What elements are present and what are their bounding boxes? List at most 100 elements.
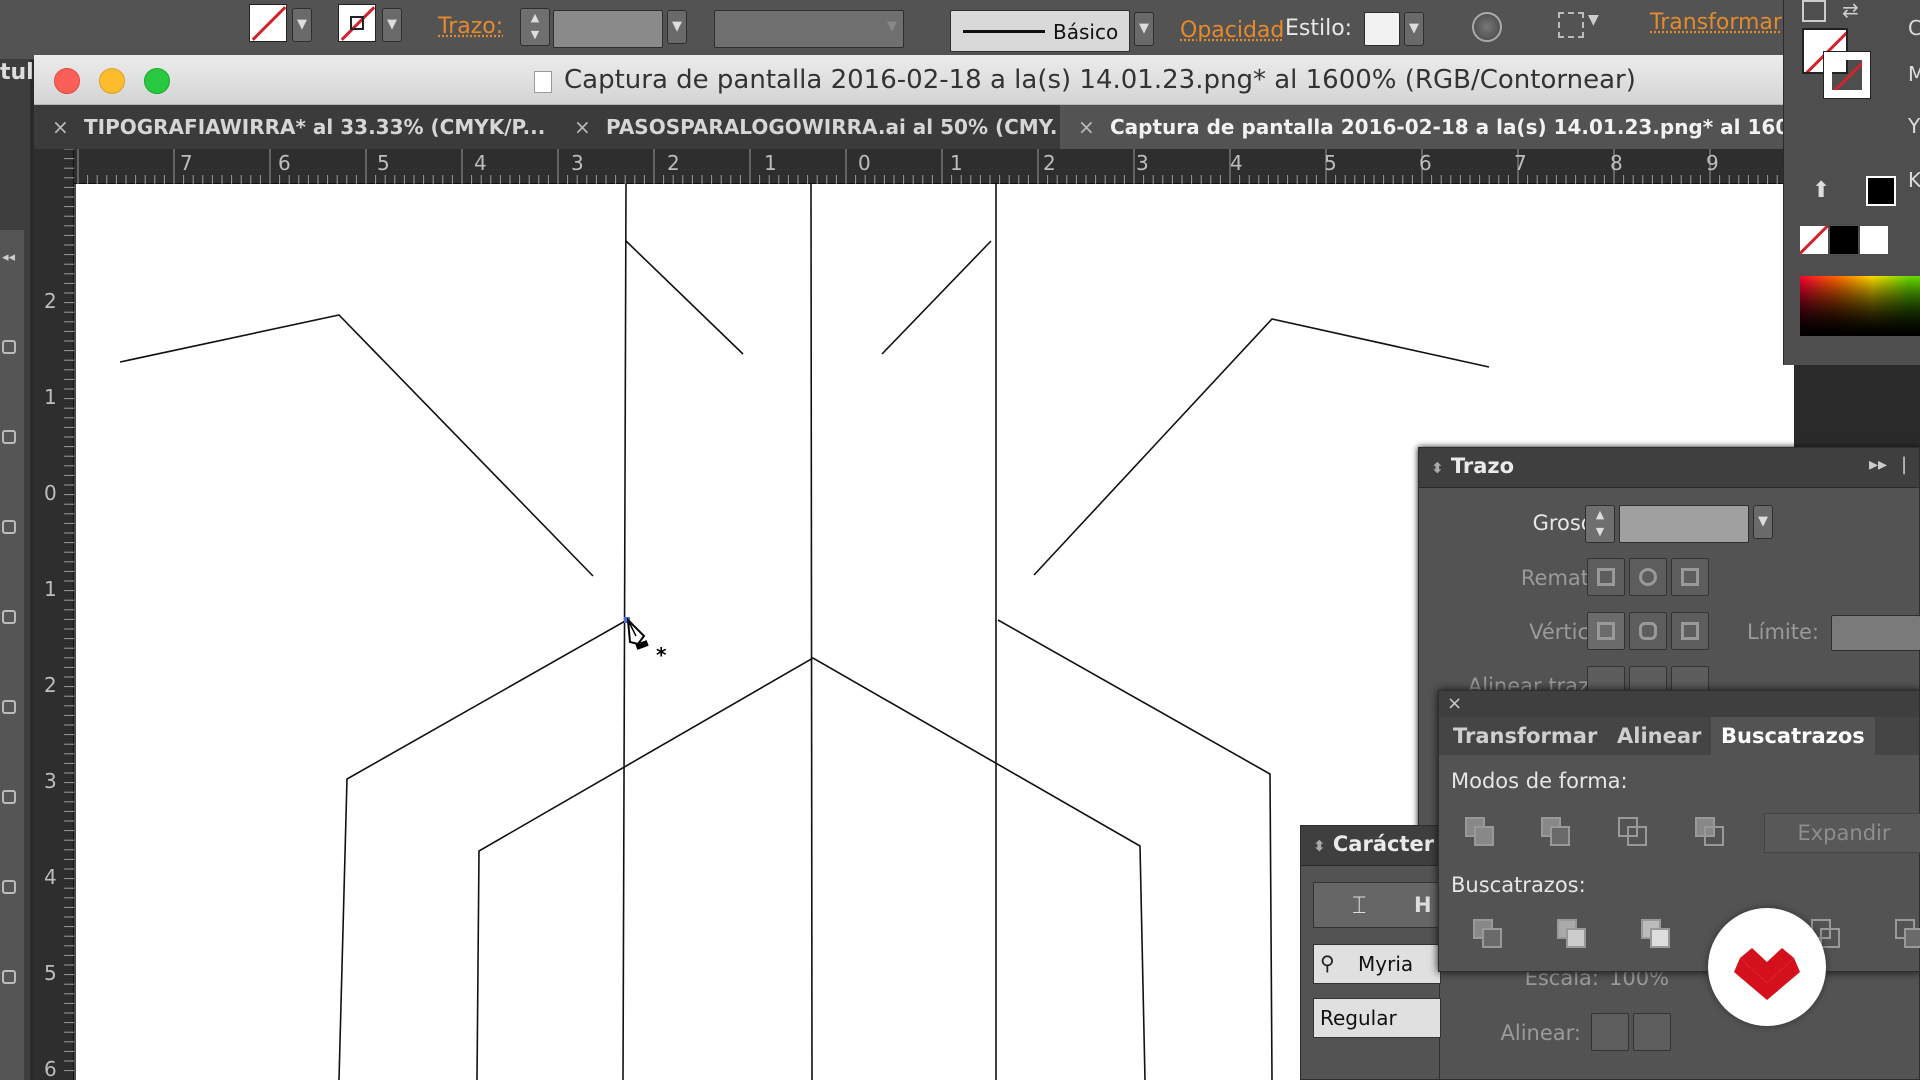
horizontal-ruler[interactable]: 7 6 5 4 3 2 1 0 1 2 3 4 5 6 7 8 9 1 [74, 149, 1798, 184]
svg-text:*: * [656, 643, 667, 667]
trazo-stepper[interactable]: ▲ ▼ [520, 8, 550, 46]
path-vertical-center[interactable] [810, 184, 813, 1080]
fill-dropdown-arrow[interactable]: ▼ [292, 8, 312, 42]
trazo-label[interactable]: Trazo: [438, 14, 503, 39]
panel-expand-icon[interactable]: ▸▸ [1869, 454, 1887, 475]
align-options-icon[interactable] [1558, 12, 1584, 38]
vertice-label: Vértice: [1529, 620, 1609, 644]
grosor-stepper[interactable]: ▲ ▼ [1585, 505, 1615, 543]
exclude-button[interactable] [1693, 815, 1727, 849]
stroke-none-box[interactable] [1823, 51, 1871, 99]
font-family-field[interactable]: ⚲ Myria [1313, 944, 1441, 984]
black-swatch[interactable] [1830, 226, 1858, 254]
grosor-dropdown[interactable]: ▼ [1753, 505, 1773, 539]
opacidad-label[interactable]: Opacidad [1180, 18, 1284, 43]
cap-butt-icon [1597, 568, 1615, 586]
align-arrowheads-end-button[interactable] [1633, 1013, 1671, 1051]
white-swatch[interactable] [1860, 226, 1888, 254]
divide-button[interactable] [1471, 917, 1505, 951]
spectrum-shade [1800, 276, 1920, 336]
ruler-label: 7 [1514, 151, 1527, 175]
ruler-label: 3 [571, 151, 584, 175]
tab-buscatrazos[interactable]: Buscatrazos [1711, 717, 1875, 755]
minus-back-button[interactable] [1893, 917, 1920, 951]
minimize-window-button[interactable] [99, 68, 125, 94]
limite-field[interactable] [1831, 615, 1920, 651]
stroke-dropdown-arrow[interactable]: ▼ [382, 8, 402, 42]
tab-transformar[interactable]: Transformar [1453, 717, 1597, 755]
tool-icon[interactable] [2, 790, 16, 804]
transformar-label[interactable]: Transformar [1650, 10, 1782, 35]
tool-icon[interactable] [2, 610, 16, 624]
collapse-tools-icon[interactable]: ◂◂ [2, 250, 15, 265]
cap-round-button[interactable] [1629, 558, 1667, 596]
ruler-label: 2 [1043, 151, 1056, 175]
tool-icon[interactable] [2, 700, 16, 714]
variable-width-arrow-icon: ▼ [887, 19, 897, 34]
estilo-swatch[interactable] [1364, 12, 1400, 46]
pen-tool-cursor-icon: * [626, 617, 667, 667]
black-swatch[interactable] [1866, 176, 1896, 206]
tool-icon[interactable] [2, 520, 16, 534]
join-bevel-button[interactable] [1671, 612, 1709, 650]
intersect-button[interactable] [1616, 815, 1650, 849]
touch-type-button[interactable]: ⌶ H [1313, 882, 1441, 928]
default-colors-icon[interactable] [1802, 0, 1826, 22]
ruler-label: 7 [180, 151, 193, 175]
trazo-panel-header[interactable]: ⬍ Trazo ▸▸ | [1419, 448, 1919, 488]
color-channel-label: Y [1908, 114, 1920, 138]
ruler-label: 4 [1230, 151, 1243, 175]
variable-width-field[interactable]: ▼ [714, 10, 904, 48]
caracter-panel-body: ⌶ H ⚲ Myria Regular [1301, 866, 1441, 1080]
document-tabs: × TIPOGRAFIAWIRRA* al 33.33% (CMYK/P... … [34, 105, 1794, 149]
color-channel-label: C [1908, 16, 1920, 40]
swap-colors-icon[interactable]: ⇄ [1842, 0, 1859, 22]
cap-projecting-button[interactable] [1671, 558, 1709, 596]
color-spectrum[interactable] [1800, 276, 1920, 336]
cap-butt-button[interactable] [1587, 558, 1625, 596]
merge-button[interactable] [1639, 917, 1673, 951]
minus-front-button[interactable] [1539, 815, 1573, 849]
tab-alinear[interactable]: Alinear [1617, 717, 1701, 755]
close-window-button[interactable] [54, 68, 80, 94]
color-panel: ⇄ C M Y K ⬆ [1783, 0, 1920, 365]
align-arrowheads-button[interactable] [1591, 1013, 1629, 1051]
trim-button[interactable] [1555, 917, 1589, 951]
vertical-ruler[interactable]: 2 1 0 1 2 3 4 5 6 [34, 149, 74, 1080]
trazo-weight-field[interactable] [553, 10, 663, 48]
estilo-dropdown[interactable]: ▼ [1404, 12, 1424, 46]
zoom-window-button[interactable] [144, 68, 170, 94]
close-tab-icon[interactable]: × [52, 105, 69, 149]
panel-collapse-icon[interactable]: ⬍ [1313, 837, 1326, 855]
tool-icon[interactable] [2, 880, 16, 894]
panel-collapse-icon[interactable]: ⬍ [1431, 459, 1444, 477]
close-panel-icon[interactable]: × [1447, 693, 1462, 714]
recolor-artwork-icon[interactable] [1472, 12, 1502, 42]
join-round-button[interactable] [1629, 612, 1667, 650]
fill-none-swatch[interactable] [249, 4, 287, 42]
caracter-panel-title-text: Carácter [1332, 832, 1435, 856]
tool-icon[interactable] [2, 970, 16, 984]
close-tab-icon[interactable]: × [574, 105, 591, 149]
tab-captura-active[interactable]: × Captura de pantalla 2016-02-18 a la(s)… [1060, 105, 1794, 149]
tab-tipografiawirra[interactable]: × TIPOGRAFIAWIRRA* al 33.33% (CMYK/P... [34, 105, 554, 149]
tab-pasosparalogowirra[interactable]: × PASOSPARALOGOWIRRA.ai al 50% (CMY... [556, 105, 1056, 149]
stroke-profile-select[interactable]: Básico [950, 10, 1130, 52]
tool-icon[interactable] [2, 340, 16, 354]
stroke-profile-dropdown[interactable]: ▼ [1134, 12, 1154, 46]
out-of-gamut-icon[interactable]: ⬆ [1812, 178, 1830, 203]
unite-shape-button[interactable] [1463, 815, 1497, 849]
caracter-panel-header[interactable]: ⬍ Carácter [1301, 826, 1439, 866]
join-miter-button[interactable] [1587, 612, 1625, 650]
tool-icon[interactable] [2, 430, 16, 444]
grosor-field[interactable] [1619, 505, 1749, 543]
expandir-button[interactable]: Expandir [1764, 813, 1920, 853]
stroke-none-swatch[interactable] [338, 4, 376, 42]
ruler-label: 5 [1324, 151, 1337, 175]
panel-menu-icon[interactable]: | [1901, 454, 1907, 475]
close-tab-icon[interactable]: × [1078, 105, 1095, 149]
none-swatch[interactable] [1800, 226, 1828, 254]
trazo-weight-dropdown[interactable]: ▼ [667, 10, 687, 44]
align-options-arrow-icon[interactable]: ▼ [1588, 12, 1599, 28]
font-style-field[interactable]: Regular [1313, 998, 1441, 1038]
